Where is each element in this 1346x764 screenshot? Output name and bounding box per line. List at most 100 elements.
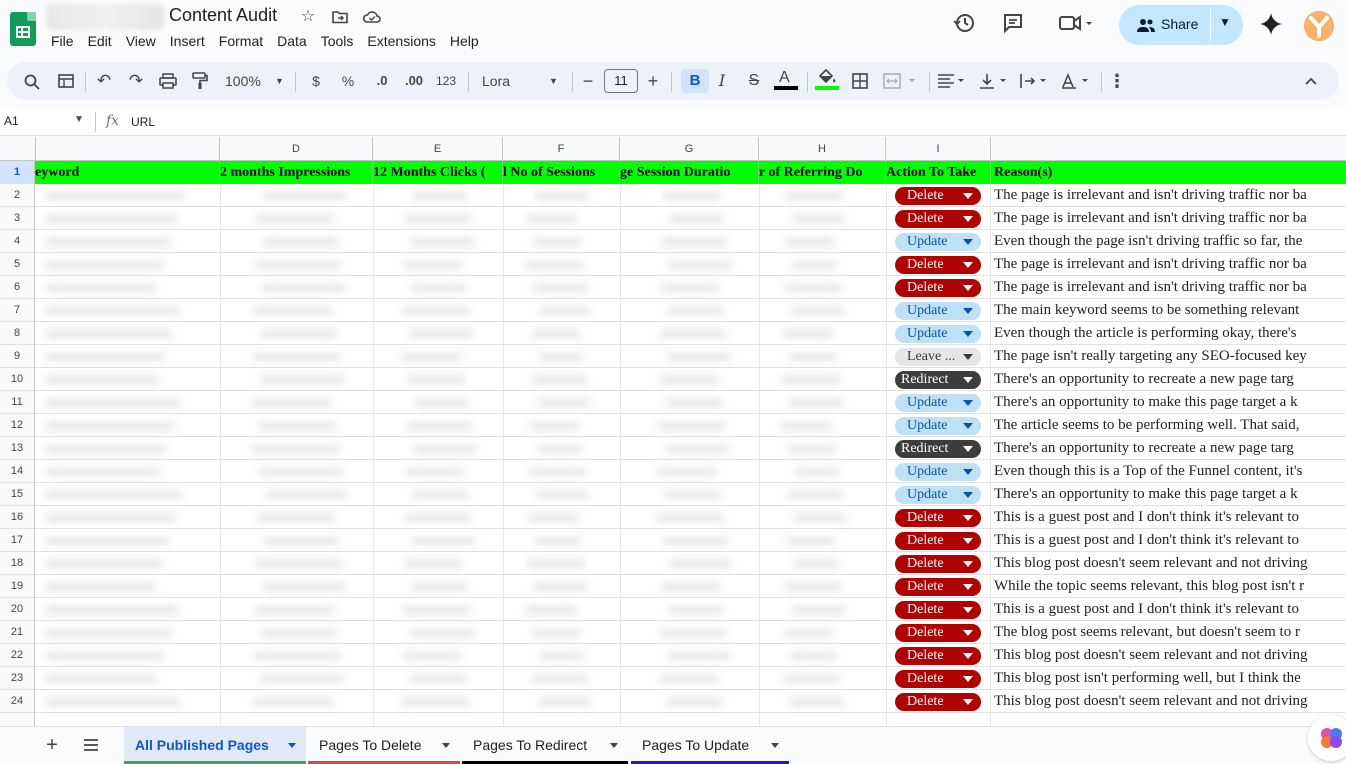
header-referring[interactable]: r of Referring Do [759,161,886,184]
increase-font-size-button[interactable]: + [643,62,663,100]
action-chip-leave[interactable]: Leave ... [895,348,981,366]
cloud-saved-icon[interactable] [362,8,381,26]
name-box[interactable]: A1 [4,114,19,128]
row-header[interactable]: 20 [0,598,34,621]
reason-cell[interactable]: There's an opportunity to make this page… [994,483,1346,506]
reason-cell[interactable]: Even though this is a Top of the Funnel … [994,460,1346,483]
percent-format-button[interactable]: % [337,62,359,100]
vertical-align-icon[interactable] [977,62,1011,100]
reason-cell[interactable]: This blog post isn't performing well, bu… [994,667,1346,690]
action-cell[interactable]: Update [886,391,990,414]
column-header-g[interactable]: G [620,137,759,161]
action-cell[interactable]: Delete [886,667,990,690]
action-chip-update[interactable]: Update [895,463,981,481]
paint-format-icon[interactable] [189,62,211,100]
merge-cells-icon[interactable] [881,62,921,100]
action-cell[interactable]: Update [886,299,990,322]
undo-icon[interactable]: ↶ [93,62,115,100]
sheet-tab-pages-to-update[interactable]: Pages To Update [631,727,789,764]
action-chip-delete[interactable]: Delete [895,601,981,619]
menu-data[interactable]: Data [277,33,307,51]
menu-tools[interactable]: Tools [321,33,354,51]
reason-cell[interactable]: This is a guest post and I don't think i… [994,506,1346,529]
currency-format-button[interactable]: $ [305,62,327,100]
print-icon[interactable] [157,62,179,100]
header-impressions[interactable]: 2 months Impressions [220,161,373,184]
reason-cell[interactable]: The page is irrelevant and isn't driving… [994,253,1346,276]
video-call-icon[interactable] [1056,12,1096,38]
row-header[interactable]: 9 [0,345,34,368]
sheets-logo-icon[interactable] [10,12,36,46]
row-header[interactable]: 1 [0,161,34,184]
header-keyword[interactable]: eyword [35,161,220,184]
reason-cell[interactable]: There's an opportunity to make this page… [994,391,1346,414]
action-cell[interactable]: Delete [886,529,990,552]
column-header-e[interactable]: E [373,137,503,161]
reason-cell[interactable]: This blog post doesn't seem relevant and… [994,552,1346,575]
column-header-d[interactable]: D [220,137,373,161]
gemini-sparkle-icon[interactable] [1258,12,1284,38]
reason-cell[interactable]: There's an opportunity to recreate a new… [994,437,1346,460]
row-header[interactable]: 16 [0,506,34,529]
header-clicks[interactable]: 12 Months Clicks ( [373,161,503,184]
column-header-i[interactable]: I [886,137,991,161]
menu-insert[interactable]: Insert [170,33,205,51]
sheet-tab-all-published-pages[interactable]: All Published Pages [124,727,306,764]
more-options-icon[interactable]: ⋮ [1107,62,1127,100]
font-family-select[interactable]: Lora ▼ [477,62,563,100]
action-cell[interactable]: Redirect [886,368,990,391]
row-header[interactable]: 13 [0,437,34,460]
action-chip-delete[interactable]: Delete [895,532,981,550]
action-cell[interactable]: Delete [886,276,990,299]
action-cell[interactable]: Update [886,460,990,483]
collapse-menus-icon[interactable] [1299,62,1323,100]
row-header[interactable]: 21 [0,621,34,644]
action-cell[interactable]: Delete [886,598,990,621]
row-header[interactable]: 11 [0,391,34,414]
reason-cell[interactable]: This blog post doesn't seem relevant and… [994,644,1346,667]
zoom-select[interactable]: 100% ▼ [221,62,285,100]
increase-decimal-button[interactable]: .00 [401,62,427,100]
action-chip-redirect[interactable]: Redirect [895,440,981,458]
user-avatar[interactable] [1304,11,1334,41]
row-header[interactable]: 12 [0,414,34,437]
text-rotation-icon[interactable] [1059,62,1093,100]
action-cell[interactable]: Delete [886,575,990,598]
reason-cell[interactable]: Even though the article is performing ok… [994,322,1346,345]
decrease-decimal-button[interactable]: .0 [369,62,395,100]
comment-icon[interactable] [1000,12,1026,38]
document-title[interactable]: Content Audit [169,5,277,26]
action-cell[interactable]: Delete [886,184,990,207]
action-chip-delete[interactable]: Delete [895,509,981,527]
action-chip-delete[interactable]: Delete [895,693,981,711]
reason-cell[interactable]: The main keyword seems to be something r… [994,299,1346,322]
row-header[interactable]: 7 [0,299,34,322]
strikethrough-button[interactable]: S [743,62,765,100]
menu-extensions[interactable]: Extensions [367,33,435,51]
reason-cell[interactable]: The page isn't really targeting any SEO-… [994,345,1346,368]
action-chip-delete[interactable]: Delete [895,578,981,596]
text-wrapping-icon[interactable] [1017,62,1051,100]
row-header[interactable]: 3 [0,207,34,230]
reason-cell[interactable]: The article seems to be performing well.… [994,414,1346,437]
action-chip-delete[interactable]: Delete [895,624,981,642]
action-cell[interactable]: Redirect [886,437,990,460]
bold-button[interactable]: B [681,69,709,93]
star-icon[interactable]: ☆ [299,8,317,26]
spreadsheet-grid[interactable]: D E F G H I 1 2 3 4 5 6 7 8 9 10 11 12 13 14 15 16 17 18 1… [0,137,1346,726]
action-cell[interactable]: Update [886,483,990,506]
menu-help[interactable]: Help [450,33,479,51]
row-header[interactable]: 6 [0,276,34,299]
action-chip-delete[interactable]: Delete [895,210,981,228]
search-menus-icon[interactable] [21,62,43,100]
reason-cell[interactable]: The page is irrelevant and isn't driving… [994,276,1346,299]
templates-icon[interactable] [55,62,77,100]
action-cell[interactable]: Update [886,230,990,253]
action-cell[interactable]: Update [886,414,990,437]
action-chip-delete[interactable]: Delete [895,256,981,274]
action-cell[interactable]: Delete [886,644,990,667]
action-chip-delete[interactable]: Delete [895,670,981,688]
row-header[interactable]: 4 [0,230,34,253]
share-button[interactable]: Share ▼ [1119,5,1243,45]
name-box-caret-icon[interactable]: ▼ [74,114,84,125]
